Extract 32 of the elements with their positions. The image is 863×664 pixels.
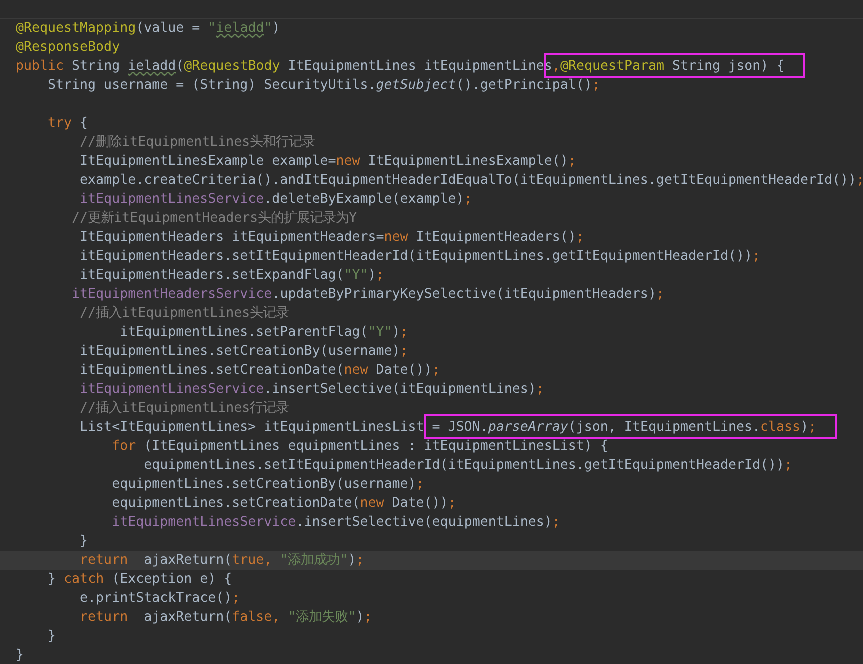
code-line: itEquipmentHeadersService.updateByPrimaryKeySelective(itEquipmentHeaders); <box>71 286 666 304</box>
code-line: e.printStackTrace(); <box>79 590 242 608</box>
code-line: try { <box>47 115 90 133</box>
code-line: //插入itEquipmentLines行记录 <box>79 400 290 418</box>
code-line: itEquipmentLines.setCreationBy(username); <box>79 343 410 361</box>
code-line: itEquipmentHeaders.setItEquipmentHeaderId(itEquipmentLines.getItEquipmentHeaderId()); <box>79 248 762 266</box>
code-line: } <box>47 628 58 646</box>
code-line: itEquipmentLines.setCreationDate(new Date()); <box>79 362 442 380</box>
code-line: itEquipmentLines.setParentFlag("Y"); <box>119 324 410 342</box>
code-line: } <box>79 533 90 551</box>
code-line: } catch (Exception e) { <box>47 571 234 589</box>
code-line: //插入itEquipmentLines头记录 <box>79 304 290 323</box>
code-line: @ResponseBody <box>15 39 122 57</box>
code-line: itEquipmentLinesService.deleteByExample(example); <box>79 191 474 209</box>
code-line: itEquipmentLinesService.insertSelective(equipmentLines); <box>111 514 562 532</box>
code-line: itEquipmentHeaders.setExpandFlag("Y"); <box>79 267 386 285</box>
highlighted-code: = JSON.parseArray(json, ItEquipmentLines.class); <box>424 414 837 439</box>
code-line: } <box>15 647 26 664</box>
code-line: ItEquipmentLinesExample example=new ItEquipmentLinesExample(); <box>79 153 578 171</box>
code-line: equipmentLines.setCreationDate(new Date()); <box>111 495 458 513</box>
code-line: @RequestMapping(value = "ieladd") <box>15 20 282 38</box>
code-line: equipmentLines.setCreationBy(username); <box>111 476 426 494</box>
code-line: //删除itEquipmentLines头和行记录 <box>79 134 316 152</box>
code-line: return ajaxReturn(false, "添加失败"); <box>79 608 374 627</box>
code-line: for (ItEquipmentLines equipmentLines : itEquipmentLinesList) { <box>111 438 610 456</box>
code-line: //更新itEquipmentHeaders头的扩展记录为Y <box>71 210 358 228</box>
code-line: equipmentLines.setItEquipmentHeaderId(itEquipmentLines.getItEquipmentHeaderId()); <box>143 457 794 475</box>
code-line: String username = (String) SecurityUtils.getSubject().getPrincipal(); <box>47 77 602 95</box>
code-line: List<ItEquipmentLines> itEquipmentLinesList <box>79 419 426 437</box>
code-line: example.createCriteria().andItEquipmentHeaderIdEqualTo(itEquipmentLines.getItEquipmentHeaderId()); <box>79 172 863 190</box>
code-line: itEquipmentLinesService.insertSelective(itEquipmentLines); <box>79 381 546 399</box>
code-line: ItEquipmentHeaders itEquipmentHeaders=new ItEquipmentHeaders(); <box>79 229 586 247</box>
